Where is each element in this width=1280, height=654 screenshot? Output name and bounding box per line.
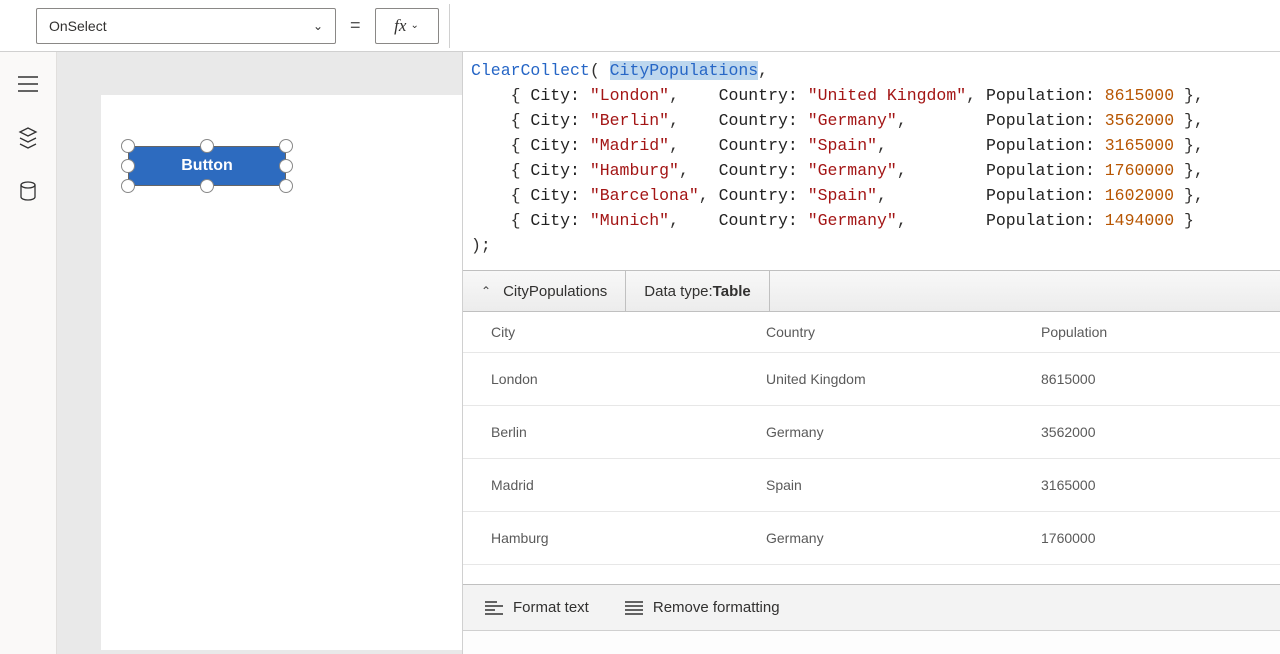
- format-text-label: Format text: [513, 599, 589, 616]
- button-control-label: Button: [181, 157, 233, 175]
- formula-footer: Format text Remove formatting: [463, 584, 1280, 630]
- table-row[interactable]: HamburgGermany1760000: [463, 512, 1280, 565]
- remove-formatting-button[interactable]: Remove formatting: [625, 599, 780, 616]
- result-table: City Country Population LondonUnited Kin…: [463, 312, 1280, 584]
- column-header[interactable]: Population: [1013, 312, 1280, 353]
- table-cell: 3165000: [1013, 459, 1280, 512]
- chevron-down-icon: ⌄: [410, 20, 418, 31]
- tree-view-icon[interactable]: [16, 126, 40, 150]
- table-row[interactable]: BarcelonaSpain1602000: [463, 565, 1280, 585]
- resize-handle[interactable]: [121, 179, 135, 193]
- formula-panel: ClearCollect( CityPopulations, { City: "…: [462, 52, 1280, 654]
- table-cell: Germany: [738, 406, 1013, 459]
- table-cell: 1602000: [1013, 565, 1280, 585]
- formula-bar-preview[interactable]: [449, 4, 1272, 48]
- formula-editor[interactable]: ClearCollect( CityPopulations, { City: "…: [463, 52, 1280, 270]
- table-cell: Spain: [738, 459, 1013, 512]
- table-cell: Madrid: [463, 459, 738, 512]
- result-name: CityPopulations: [503, 283, 607, 300]
- property-dropdown[interactable]: OnSelect ⌄: [36, 8, 336, 44]
- chevron-down-icon: ⌄: [313, 19, 323, 33]
- formula-toolbar: OnSelect ⌄ = fx ⌄: [0, 0, 1280, 52]
- table-cell: 8615000: [1013, 353, 1280, 406]
- table-row[interactable]: BerlinGermany3562000: [463, 406, 1280, 459]
- table-cell: London: [463, 353, 738, 406]
- remove-formatting-icon: [625, 601, 643, 615]
- canvas-page[interactable]: Button: [101, 95, 462, 650]
- hamburger-icon[interactable]: [16, 72, 40, 96]
- datatype-value: Table: [713, 283, 751, 300]
- table-cell: Barcelona: [463, 565, 738, 585]
- datatype-label: Data type:: [644, 283, 712, 300]
- remove-formatting-label: Remove formatting: [653, 599, 780, 616]
- data-icon[interactable]: [16, 180, 40, 204]
- resize-handle[interactable]: [200, 179, 214, 193]
- left-rail: [0, 52, 57, 654]
- canvas-area[interactable]: Button: [57, 52, 462, 654]
- button-control-selection[interactable]: Button: [128, 146, 286, 186]
- property-dropdown-label: OnSelect: [49, 18, 107, 34]
- table-cell: Spain: [738, 565, 1013, 585]
- main-area: Button ClearCollect( CityPopulations, { …: [0, 52, 1280, 654]
- format-text-icon: [485, 601, 503, 615]
- resize-handle[interactable]: [121, 139, 135, 153]
- format-text-button[interactable]: Format text: [485, 599, 589, 616]
- resize-handle[interactable]: [279, 179, 293, 193]
- table-row[interactable]: MadridSpain3165000: [463, 459, 1280, 512]
- result-name-cell[interactable]: ⌃ CityPopulations: [463, 271, 626, 311]
- table-cell: 3562000: [1013, 406, 1280, 459]
- resize-handle[interactable]: [279, 159, 293, 173]
- table-cell: Germany: [738, 512, 1013, 565]
- table-cell: 1760000: [1013, 512, 1280, 565]
- resize-handle[interactable]: [121, 159, 135, 173]
- column-header[interactable]: Country: [738, 312, 1013, 353]
- table-cell: United Kingdom: [738, 353, 1013, 406]
- resize-handle[interactable]: [200, 139, 214, 153]
- column-header[interactable]: City: [463, 312, 738, 353]
- bottom-strip: [463, 630, 1280, 654]
- table-cell: Berlin: [463, 406, 738, 459]
- table-header-row: City Country Population: [463, 312, 1280, 353]
- fx-button[interactable]: fx ⌄: [375, 8, 439, 44]
- result-header: ⌃ CityPopulations Data type: Table: [463, 270, 1280, 312]
- resize-handle[interactable]: [279, 139, 293, 153]
- fx-label: fx: [394, 16, 406, 36]
- result-table-container[interactable]: City Country Population LondonUnited Kin…: [463, 312, 1280, 584]
- chevron-up-icon: ⌃: [481, 284, 491, 298]
- table-row[interactable]: LondonUnited Kingdom8615000: [463, 353, 1280, 406]
- table-cell: Hamburg: [463, 512, 738, 565]
- equals-sign: =: [346, 15, 365, 36]
- result-type-cell: Data type: Table: [626, 271, 769, 311]
